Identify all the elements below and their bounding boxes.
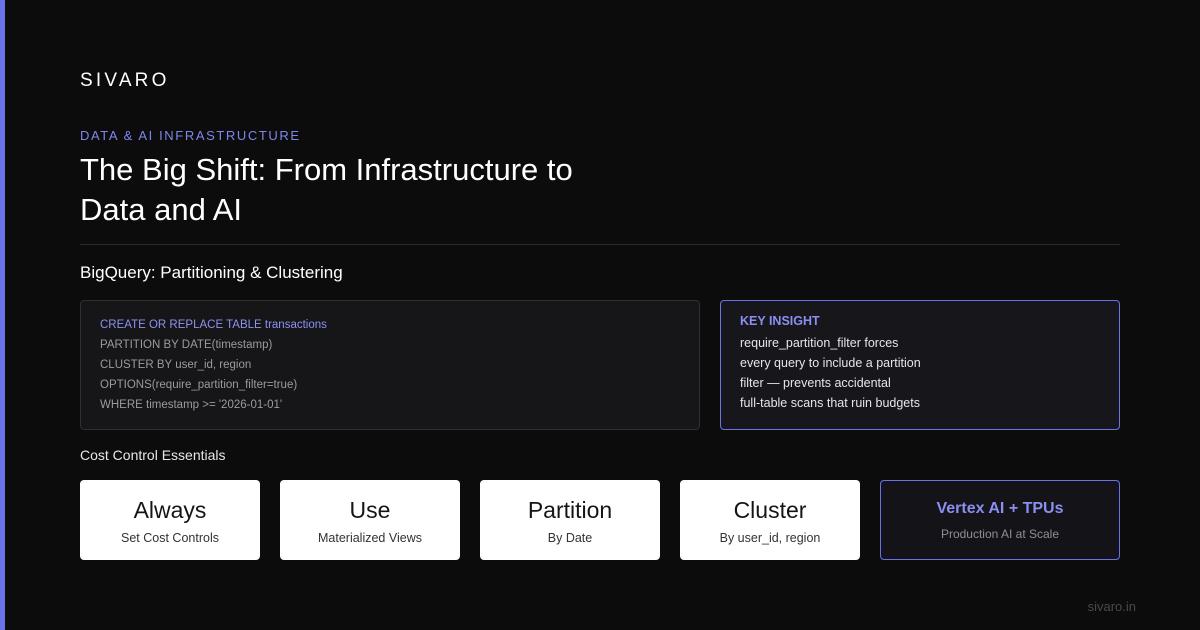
footer-url: sivaro.in (1087, 599, 1136, 614)
card-title: Always (133, 496, 207, 523)
code-line: CREATE OR REPLACE TABLE transactions (100, 319, 327, 331)
card-title: Partition (527, 496, 613, 523)
code-line: PARTITION BY DATE(timestamp) (100, 339, 273, 351)
left-accent-bar (0, 0, 5, 630)
card-subtitle: Materialized Views (318, 530, 422, 545)
card-subtitle: Production AI at Scale (940, 527, 1060, 541)
code-panel: CREATE OR REPLACE TABLE transactions PAR… (80, 300, 700, 430)
divider (80, 244, 1120, 245)
brand-logo: SIVARO (80, 70, 170, 91)
card-subtitle: By user_id, region (719, 530, 821, 545)
page-title: The Big Shift: From Infrastructure to Da… (80, 152, 573, 227)
insight-line: filter — prevents accidental (740, 376, 891, 390)
card-title: Cluster (733, 496, 807, 523)
insight-line: full-table scans that ruin budgets (740, 396, 920, 410)
insight-heading: KEY INSIGHT (740, 314, 820, 328)
card-partition: Partition By Date (480, 480, 660, 560)
insight-line: every query to include a partition (740, 356, 921, 370)
code-line: CLUSTER BY user_id, region (100, 359, 252, 371)
card-use: Use Materialized Views (280, 480, 460, 560)
card-always: Always Set Cost Controls (80, 480, 260, 560)
eyebrow-label: DATA & AI INFRASTRUCTURE (80, 128, 301, 143)
code-line: WHERE timestamp >= '2026-01-01' (100, 399, 283, 411)
card-cluster: Cluster By user_id, region (680, 480, 860, 560)
card-subtitle: Set Cost Controls (121, 530, 219, 545)
key-insight-panel: KEY INSIGHT require_partition_filter for… (720, 300, 1120, 430)
card-vertex-ai: Vertex AI + TPUs Production AI at Scale (880, 480, 1120, 560)
insight-line: require_partition_filter forces (740, 336, 899, 350)
card-subtitle: By Date (547, 530, 593, 545)
card-title: Use (349, 496, 391, 523)
section-title: BigQuery: Partitioning & Clustering (80, 263, 343, 282)
card-title: Vertex AI + TPUs (936, 500, 1064, 517)
cards-section-title: Cost Control Essentials (80, 447, 226, 463)
code-line: OPTIONS(require_partition_filter=true) (100, 379, 298, 391)
